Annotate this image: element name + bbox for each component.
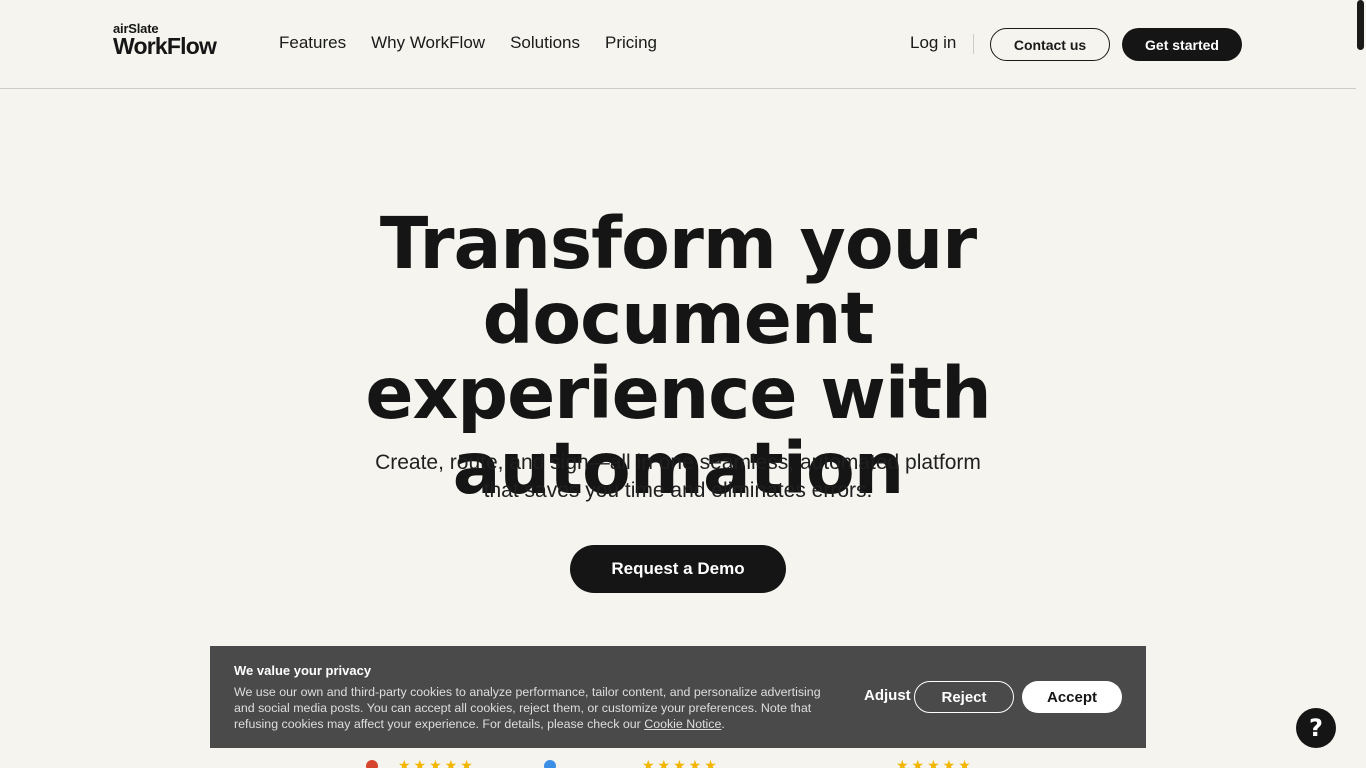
cookie-notice-link[interactable]: Cookie Notice bbox=[644, 717, 721, 731]
hero-title-line-2: experience with bbox=[365, 352, 991, 435]
review-site-logo bbox=[366, 760, 378, 768]
ratings-strip: ★★★★★ ★★★★★ ★★★★★ bbox=[0, 758, 1366, 768]
question-icon: ? bbox=[1309, 714, 1323, 742]
scrollbar-thumb[interactable] bbox=[1357, 0, 1364, 50]
cookie-banner: We value your privacy We use our own and… bbox=[210, 646, 1146, 748]
cookie-text: We use our own and third-party cookies t… bbox=[234, 684, 844, 732]
nav-features[interactable]: Features bbox=[279, 33, 346, 53]
review-site-logo bbox=[544, 760, 556, 768]
cookie-reject-button[interactable]: Reject bbox=[914, 681, 1014, 713]
get-started-button[interactable]: Get started bbox=[1122, 28, 1242, 61]
logo[interactable]: airSlate WorkFlow bbox=[113, 22, 217, 59]
hero-subtitle-line-1: Create, route, and sign—all in one seaml… bbox=[375, 451, 981, 474]
login-link[interactable]: Log in bbox=[910, 33, 956, 53]
header-divider bbox=[973, 34, 974, 54]
rating-stars: ★★★★★ bbox=[642, 758, 720, 768]
cookie-adjust-button[interactable]: Adjust bbox=[864, 687, 911, 704]
request-demo-button[interactable]: Request a Demo bbox=[570, 545, 786, 593]
nav-why-workflow[interactable]: Why WorkFlow bbox=[371, 33, 485, 53]
hero-subtitle-line-2: that saves you time and eliminates error… bbox=[483, 479, 873, 502]
cookie-body: We use our own and third-party cookies t… bbox=[234, 685, 821, 731]
hero-subtitle: Create, route, and sign—all in one seaml… bbox=[358, 449, 998, 505]
rating-stars: ★★★★★ bbox=[896, 758, 974, 768]
nav-solutions[interactable]: Solutions bbox=[510, 33, 580, 53]
cookie-accept-button[interactable]: Accept bbox=[1022, 681, 1122, 713]
cookie-end: . bbox=[721, 717, 725, 731]
help-button[interactable]: ? bbox=[1296, 708, 1336, 748]
nav-pricing[interactable]: Pricing bbox=[605, 33, 657, 53]
scrollbar-track[interactable] bbox=[1356, 0, 1366, 768]
rating-stars: ★★★★★ bbox=[398, 758, 476, 768]
contact-us-button[interactable]: Contact us bbox=[990, 28, 1110, 61]
hero-title-line-1: Transform your document bbox=[379, 202, 977, 360]
logo-product: WorkFlow bbox=[113, 33, 217, 59]
main-nav: Features Why WorkFlow Solutions Pricing bbox=[279, 33, 682, 53]
site-header: airSlate WorkFlow Features Why WorkFlow … bbox=[0, 0, 1356, 89]
cookie-title: We value your privacy bbox=[234, 663, 372, 678]
